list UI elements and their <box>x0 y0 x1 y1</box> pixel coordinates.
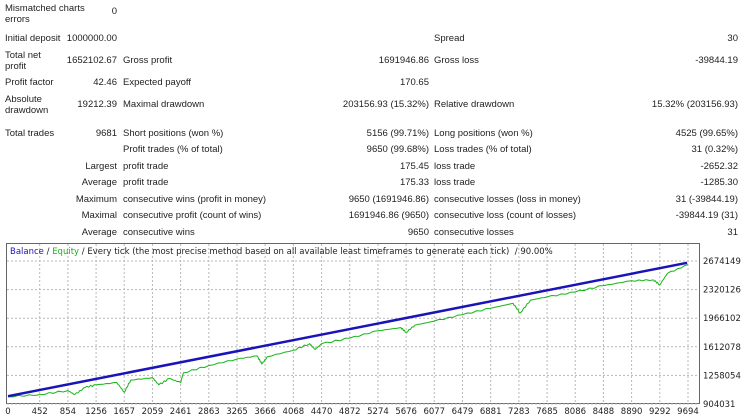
maximal-cons-profit-label: consecutive profit (count of wins) <box>123 210 262 221</box>
maximal-drawdown-label: Maximal drawdown <box>123 99 205 110</box>
maximal-cons-loss-value: -39844.19 (31) <box>675 210 738 221</box>
x-tick-label: 9694 <box>677 407 699 417</box>
relative-drawdown-label: Relative drawdown <box>434 99 515 110</box>
x-tick-label: 7685 <box>536 407 558 417</box>
gross-profit-label: Gross profit <box>123 55 173 66</box>
loss-trades-value: 31 (0.32%) <box>691 144 738 155</box>
x-tick-label: 3265 <box>226 407 248 417</box>
max-cons-losses-value: 31 (-39844.19) <box>675 194 738 205</box>
x-tick-label: 452 <box>32 407 48 417</box>
absolute-drawdown-value: 19212.39 <box>77 99 117 110</box>
x-tick-label: 3666 <box>254 407 276 417</box>
short-label: Short positions (won %) <box>123 128 224 139</box>
maximum-label: Maximum <box>75 194 117 205</box>
x-tick-label: 8488 <box>593 407 615 417</box>
x-tick-label: 0 <box>5 407 10 417</box>
largest-profit-value: 175.45 <box>399 161 429 172</box>
average-profit-label: profit trade <box>123 177 169 188</box>
initial-deposit-value: 1000000.00 <box>66 33 117 44</box>
gross-profit-value: 1691946.86 <box>378 55 429 66</box>
legend-quality: / 90.00% <box>509 247 552 257</box>
avg-cons-losses-value: 31 <box>727 227 738 238</box>
avg-cons-wins-label: consecutive wins <box>123 227 195 238</box>
gross-loss-value: -39844.19 <box>695 55 738 66</box>
x-tick-label: 4470 <box>311 407 333 417</box>
chart-legend: Balance / Equity / Every tick (the most … <box>10 247 553 257</box>
relative-drawdown-value: 15.32% (203156.93) <box>651 99 738 110</box>
x-tick-label: 7283 <box>508 407 530 417</box>
x-tick-label: 1657 <box>113 407 135 417</box>
max-cons-wins-label: consecutive wins (profit in money) <box>123 194 267 205</box>
x-tick-label: 6479 <box>452 407 474 417</box>
avg-cons-losses-label: consecutive losses <box>434 227 514 238</box>
balance-equity-chart: Balance / Equity / Every tick (the most … <box>5 243 741 417</box>
profit-trades-value: 9650 (99.68%) <box>366 144 429 155</box>
average-label: Average <box>81 177 117 188</box>
mismatched-value: 0 <box>111 6 117 17</box>
short-value: 5156 (99.71%) <box>366 128 429 139</box>
plot-frame <box>6 243 700 404</box>
total-net-profit-label: Total net profit <box>5 50 41 72</box>
x-tick-label: 9292 <box>649 407 671 417</box>
x-tick-label: 8890 <box>621 407 643 417</box>
y-tick-label: 1258054 <box>703 371 741 381</box>
total-trades-label: Total trades <box>5 128 55 139</box>
legend-equity: Equity <box>52 247 79 257</box>
maximal-cons-profit-value: 1691946.86 (9650) <box>348 210 429 221</box>
largest-profit-label: profit trade <box>123 161 169 172</box>
loss-trades-label: Loss trades (% of total) <box>434 144 532 155</box>
profit-trades-label: Profit trades (% of total) <box>123 144 223 155</box>
maximal-cons-loss-label: consecutive loss (count of losses) <box>434 210 577 221</box>
max-cons-wins-value: 9650 (1691946.86) <box>348 194 429 205</box>
legend-model: / Every tick (the most precise method ba… <box>79 247 509 257</box>
gross-loss-label: Gross loss <box>434 55 479 66</box>
max-cons-losses-label: consecutive losses (loss in money) <box>434 194 581 205</box>
total-net-profit-value: 1652102.67 <box>66 55 117 66</box>
x-tick-label: 1256 <box>85 407 107 417</box>
average-loss-value: -1285.30 <box>700 177 738 188</box>
long-value: 4525 (99.65%) <box>675 128 738 139</box>
avg-cons-wins-value: 9650 <box>407 227 429 238</box>
x-tick-label: 8086 <box>564 407 586 417</box>
x-tick-label: 2461 <box>170 407 192 417</box>
initial-deposit-label: Initial deposit <box>5 33 61 44</box>
absolute-drawdown-label: Absolute drawdown <box>5 94 49 116</box>
profit-factor-value: 42.46 <box>93 77 117 88</box>
spread-label: Spread <box>434 33 465 44</box>
y-tick-label: 2674149 <box>703 257 741 267</box>
x-tick-label: 2059 <box>142 407 164 417</box>
y-tick-label: 1612078 <box>703 343 741 353</box>
x-tick-label: 4068 <box>283 407 305 417</box>
x-tick-label: 6077 <box>423 407 445 417</box>
mismatched-label: Mismatched charts errors <box>5 3 85 25</box>
average2-label: Average <box>81 227 117 238</box>
y-tick-label: 1966102 <box>703 314 741 324</box>
legend-balance: Balance <box>10 247 44 257</box>
largest-loss-label: loss trade <box>434 161 476 172</box>
maximal-label: Maximal <box>81 210 117 221</box>
spread-value: 30 <box>727 33 738 44</box>
largest-loss-value: -2652.32 <box>700 161 738 172</box>
maximal-drawdown-value: 203156.93 (15.32%) <box>342 99 429 110</box>
expected-payoff-label: Expected payoff <box>123 77 191 88</box>
largest-label: Largest <box>85 161 117 172</box>
total-trades-value: 9681 <box>95 128 117 139</box>
x-tick-label: 854 <box>60 407 76 417</box>
x-tick-label: 5676 <box>395 407 417 417</box>
y-tick-label: 2320126 <box>703 286 741 296</box>
average-loss-label: loss trade <box>434 177 476 188</box>
long-label: Long positions (won %) <box>434 128 533 139</box>
expected-payoff-value: 170.65 <box>399 77 429 88</box>
profit-factor-label: Profit factor <box>5 77 54 88</box>
y-tick-label: 904031 <box>703 400 735 410</box>
x-tick-label: 2863 <box>198 407 220 417</box>
x-tick-label: 5274 <box>367 407 389 417</box>
x-tick-label: 4872 <box>339 407 361 417</box>
x-tick-label: 6881 <box>480 407 502 417</box>
legend-sep: / <box>44 247 52 257</box>
average-profit-value: 175.33 <box>399 177 429 188</box>
